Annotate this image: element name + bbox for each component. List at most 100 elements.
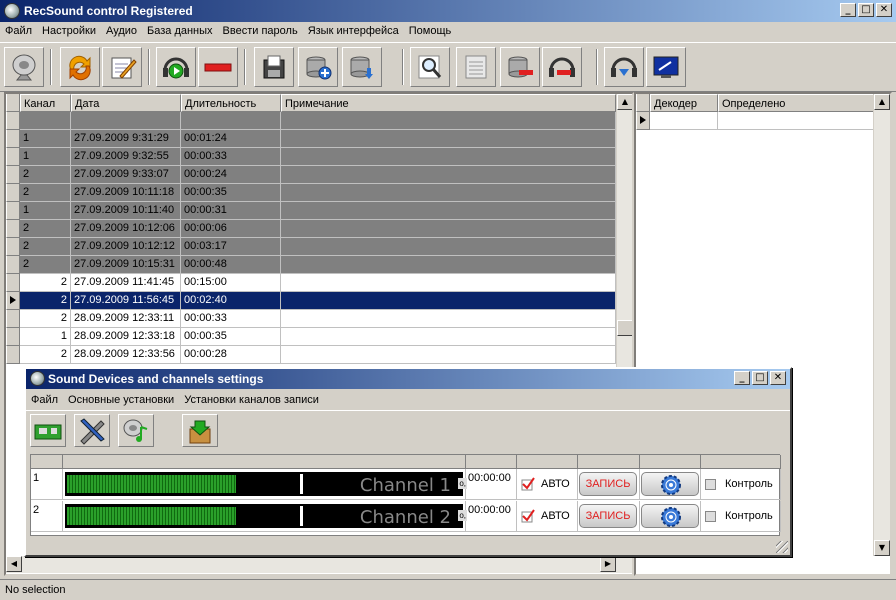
stop-button[interactable] xyxy=(198,47,238,87)
control-toggle[interactable]: Контроль xyxy=(701,469,781,500)
row-indicator[interactable] xyxy=(6,130,20,148)
channel-settings-button[interactable] xyxy=(641,504,699,528)
db-export-button[interactable] xyxy=(342,47,382,87)
table-row[interactable]: 2 28.09.2009 12:33:11 00:00:33 xyxy=(20,310,616,328)
settings-menu-main[interactable]: Основные установки xyxy=(63,390,179,410)
minimize-button[interactable]: _ xyxy=(840,3,856,17)
row-indicator[interactable] xyxy=(6,238,20,256)
refresh-button[interactable] xyxy=(60,47,100,87)
record-button[interactable]: ЗАПИСЬ xyxy=(579,504,637,528)
table-row[interactable]: 2 27.09.2009 10:15:31 00:00:48 xyxy=(20,256,616,274)
col-header-channel[interactable]: Канал xyxy=(20,94,71,112)
playback-settings-button[interactable] xyxy=(542,47,582,87)
cell-date: 27.09.2009 10:11:40 xyxy=(71,202,181,220)
speaker-music-icon xyxy=(123,419,148,442)
db-add-button[interactable] xyxy=(298,47,338,87)
col-header-note[interactable]: Примечание xyxy=(281,94,616,112)
settings-minimize-button[interactable]: _ xyxy=(734,371,750,385)
control-checkbox[interactable] xyxy=(705,511,716,522)
row-indicator[interactable] xyxy=(6,202,20,220)
detected-cell[interactable] xyxy=(718,112,874,130)
record-button[interactable]: ЗАПИСЬ xyxy=(579,472,637,496)
scroll-up-icon[interactable]: ▲ xyxy=(617,94,632,110)
table-row[interactable]: 2 27.09.2009 10:12:12 00:03:17 xyxy=(20,238,616,256)
row-indicator[interactable] xyxy=(6,274,20,292)
record-cell: ЗАПИСЬ xyxy=(578,501,640,532)
settings-maximize-button[interactable]: □ xyxy=(752,371,768,385)
auto-toggle[interactable]: АВТО xyxy=(517,501,578,532)
threshold-marker[interactable] xyxy=(300,474,303,494)
col-header-duration[interactable]: Длительность xyxy=(181,94,281,112)
row-indicator[interactable] xyxy=(6,148,20,166)
menu-audio[interactable]: Аудио xyxy=(101,22,142,42)
col-header-date[interactable]: Дата xyxy=(71,94,181,112)
col-header-detected[interactable]: Определено xyxy=(718,94,874,112)
maximize-button[interactable]: □ xyxy=(858,3,874,17)
speaker-music-button[interactable] xyxy=(118,414,154,447)
threshold-marker[interactable] xyxy=(300,506,303,526)
col-header-decoder[interactable]: Декодер xyxy=(650,94,718,112)
edit-notes-button[interactable] xyxy=(102,47,142,87)
menu-settings[interactable]: Настройки xyxy=(37,22,101,42)
settings-menu-channels[interactable]: Установки каналов записи xyxy=(179,390,324,410)
records-hscroll[interactable]: ◀ ▶ xyxy=(6,556,632,573)
search-button[interactable] xyxy=(410,47,450,87)
table-row[interactable] xyxy=(20,112,616,130)
table-row[interactable]: 1 27.09.2009 10:11:40 00:00:31 xyxy=(20,202,616,220)
table-row[interactable]: 2 28.09.2009 12:33:56 00:00:28 xyxy=(20,346,616,364)
close-button[interactable]: ✕ xyxy=(876,3,892,17)
row-indicator[interactable] xyxy=(6,310,20,328)
table-row[interactable]: 2 27.09.2009 10:11:18 00:00:35 xyxy=(20,184,616,202)
scroll-right-icon[interactable]: ▶ xyxy=(600,556,616,572)
menu-file[interactable]: Файл xyxy=(0,22,37,42)
save-button[interactable] xyxy=(254,47,294,87)
install-button[interactable] xyxy=(182,414,218,447)
scroll-thumb[interactable] xyxy=(617,320,632,336)
row-indicator[interactable] xyxy=(6,328,20,346)
table-row[interactable]: 2 27.09.2009 9:33:07 00:00:24 xyxy=(20,166,616,184)
settings-menu-file[interactable]: Файл xyxy=(26,390,63,410)
row-indicator[interactable] xyxy=(6,292,20,310)
menu-language[interactable]: Язык интерфейса xyxy=(303,22,404,42)
headphones-download-button[interactable] xyxy=(604,47,644,87)
auto-toggle[interactable]: АВТО xyxy=(517,469,578,500)
control-checkbox[interactable] xyxy=(705,479,716,490)
table-row[interactable]: 2 27.09.2009 11:56:45 00:02:40 xyxy=(20,292,616,310)
channel-settings-button[interactable] xyxy=(641,472,699,496)
db-delete-button[interactable] xyxy=(500,47,540,87)
settings-title-bar[interactable]: Sound Devices and channels settings _ □ … xyxy=(26,369,790,389)
menu-password[interactable]: Ввести пароль xyxy=(218,22,303,42)
settings-resize-grip[interactable] xyxy=(776,541,788,553)
scroll-up-icon[interactable]: ▲ xyxy=(874,94,890,110)
row-indicator[interactable] xyxy=(6,346,20,364)
scroll-down-icon[interactable]: ▼ xyxy=(874,540,890,556)
auto-label: АВТО xyxy=(541,478,570,490)
menu-database[interactable]: База данных xyxy=(142,22,218,42)
control-toggle[interactable]: Контроль xyxy=(701,501,781,532)
settings-close-button[interactable]: ✕ xyxy=(770,371,786,385)
menu-help[interactable]: Помощь xyxy=(404,22,457,42)
table-row[interactable]: 2 27.09.2009 10:12:06 00:00:06 xyxy=(20,220,616,238)
play-button[interactable] xyxy=(156,47,196,87)
row-indicator[interactable] xyxy=(6,112,20,130)
display-button[interactable] xyxy=(646,47,686,87)
main-title-bar[interactable]: RecSound control Registered _ □ ✕ xyxy=(0,0,896,22)
table-row[interactable]: 1 27.09.2009 9:32:55 00:00:33 xyxy=(20,148,616,166)
report-button[interactable] xyxy=(456,47,496,87)
decoder-vscroll[interactable]: ▲ ▼ xyxy=(873,94,890,556)
decoder-cell[interactable] xyxy=(650,112,718,130)
tools-button[interactable] xyxy=(74,414,110,447)
scroll-left-icon[interactable]: ◀ xyxy=(6,556,22,572)
level-meter[interactable]: Channel 2 xyxy=(65,504,463,528)
table-row[interactable]: 1 27.09.2009 9:31:29 00:01:24 xyxy=(20,130,616,148)
channel-name: Channel 2 xyxy=(359,507,451,528)
level-meter[interactable]: Channel 1 xyxy=(65,472,463,496)
table-row[interactable]: 1 28.09.2009 12:33:18 00:00:35 xyxy=(20,328,616,346)
row-indicator[interactable] xyxy=(6,184,20,202)
table-row[interactable]: 2 27.09.2009 11:41:45 00:15:00 xyxy=(20,274,616,292)
device-speaker-button[interactable] xyxy=(4,47,44,87)
row-indicator[interactable] xyxy=(6,166,20,184)
row-indicator[interactable] xyxy=(6,256,20,274)
sound-card-button[interactable] xyxy=(30,414,66,447)
row-indicator[interactable] xyxy=(6,220,20,238)
